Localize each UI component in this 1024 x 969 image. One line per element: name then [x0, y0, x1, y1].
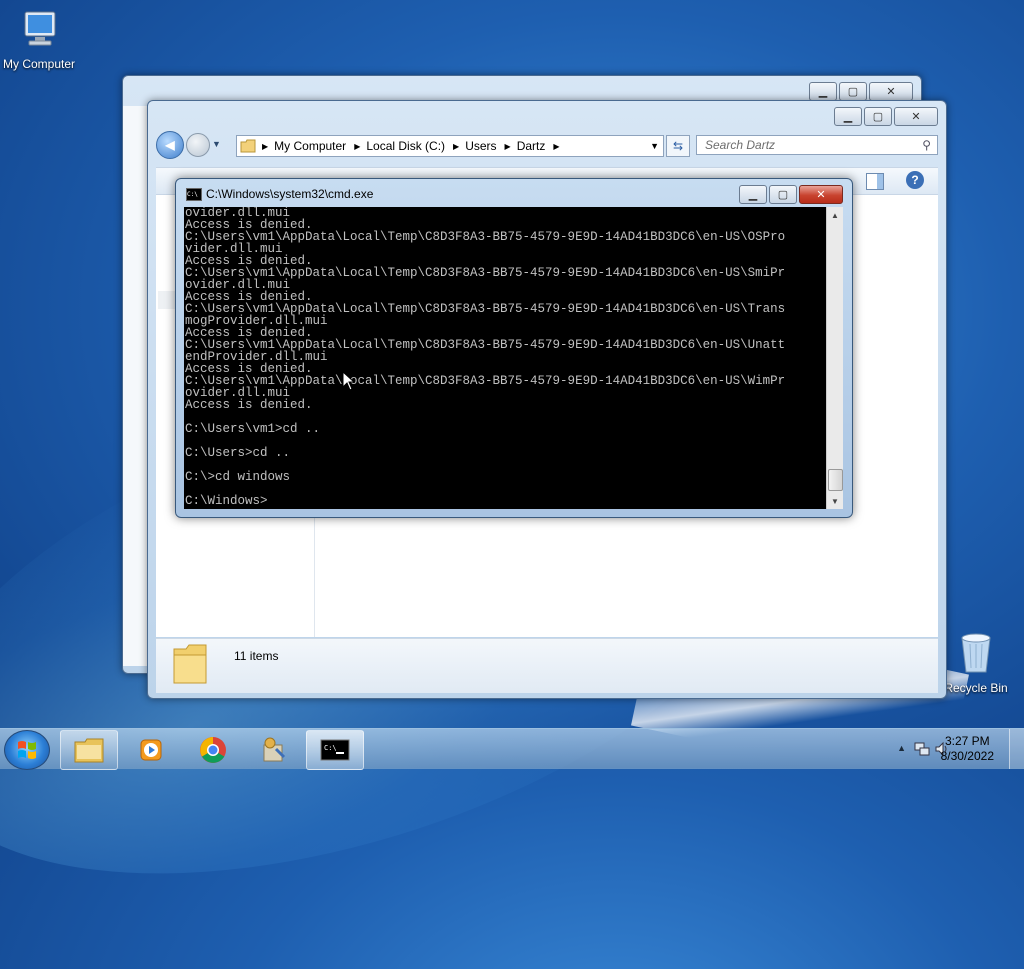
search-input[interactable]: Search Dartz ⚲: [696, 135, 938, 155]
breadcrumb-label: Local Disk (C:): [366, 139, 446, 153]
breadcrumb-label: Dartz: [516, 139, 546, 153]
window-controls: ▁ ▢ ✕: [834, 107, 938, 126]
search-placeholder: Search Dartz: [705, 138, 776, 152]
tools-icon: [263, 737, 286, 762]
close-button[interactable]: ✕: [869, 82, 913, 101]
breadcrumb-local-disk[interactable]: Local Disk (C:) ▶: [366, 139, 459, 153]
taskbar-chrome-button[interactable]: [184, 730, 242, 770]
system-clock[interactable]: 3:27 PM 8/30/2022: [941, 734, 994, 764]
address-bar[interactable]: ▶ My Computer ▶ Local Disk (C:) ▶ Users ▶ D…: [236, 135, 664, 157]
mouse-cursor-icon: [342, 371, 356, 391]
start-button[interactable]: [4, 730, 50, 770]
chevron-right-icon: ▶: [262, 141, 269, 151]
console-line: C:\Users>cd ..: [185, 446, 291, 460]
address-dropdown-icon[interactable]: ▼: [650, 141, 659, 151]
folder-icon: [173, 644, 207, 684]
desktop-icon-my-computer[interactable]: My Computer: [0, 8, 78, 71]
taskbar-media-player-button[interactable]: [122, 730, 180, 770]
recent-pages-dropdown[interactable]: ▼: [212, 139, 221, 149]
maximize-button[interactable]: ▢: [864, 107, 892, 126]
breadcrumb-users[interactable]: Users ▶: [465, 139, 511, 153]
chevron-right-icon: ▶: [504, 141, 511, 151]
minimize-button[interactable]: ▁: [809, 82, 837, 101]
scroll-down-arrow-icon[interactable]: ▼: [827, 493, 843, 509]
taskbar: C:\ ▲ 3:27 PM 8/30/2022: [0, 728, 1024, 770]
breadcrumb-label: Users: [465, 139, 497, 153]
maximize-button[interactable]: ▢: [769, 185, 797, 204]
close-button[interactable]: ✕: [894, 107, 938, 126]
cmd-app-icon: C:\: [186, 188, 202, 201]
breadcrumb-dartz[interactable]: Dartz ▶: [517, 139, 560, 153]
scroll-thumb[interactable]: [828, 469, 843, 491]
console-text: ovider.dll.mui Access is denied. C:\Users\…: [184, 207, 826, 507]
cmd-window-title: C:\Windows\system32\cmd.exe: [206, 187, 374, 201]
svg-text:C:\: C:\: [324, 744, 337, 752]
window-controls: ▁ ▢ ✕: [739, 185, 843, 204]
windows-logo-icon: [18, 741, 36, 759]
taskbar-explorer-button[interactable]: [60, 730, 118, 770]
minimize-button[interactable]: ▁: [739, 185, 767, 204]
scroll-up-arrow-icon[interactable]: ▲: [827, 207, 843, 223]
desktop-icon-label: Recycle Bin: [944, 681, 1008, 695]
desktop-icon-label: My Computer: [2, 57, 76, 71]
details-pane: 11 items: [156, 638, 938, 693]
breadcrumb-my-computer[interactable]: My Computer ▶: [274, 139, 360, 153]
clock-time: 3:27 PM: [944, 734, 990, 748]
help-icon[interactable]: ?: [906, 171, 924, 189]
search-icon: ⚲: [922, 138, 931, 152]
network-icon[interactable]: [914, 741, 930, 757]
clock-date: 8/30/2022: [940, 749, 994, 763]
console-output[interactable]: ovider.dll.mui Access is denied. C:\Users\…: [184, 207, 826, 509]
console-line: Access is denied.: [185, 398, 313, 412]
computer-icon: [24, 11, 56, 46]
refresh-icon: ⇆: [672, 139, 684, 153]
refresh-button[interactable]: ⇆: [666, 135, 690, 157]
back-button[interactable]: ◀: [156, 131, 184, 159]
preview-pane-icon[interactable]: [866, 173, 884, 190]
console-line: C:\>cd windows: [185, 470, 291, 484]
item-count: 11 items: [234, 649, 279, 663]
console-scrollbar[interactable]: ▲ ▼: [826, 207, 843, 509]
back-arrow-icon: ◀: [165, 138, 175, 152]
breadcrumb-label: My Computer: [274, 139, 347, 153]
chrome-icon: [200, 737, 226, 763]
forward-button[interactable]: [186, 133, 210, 157]
command-prompt-icon: C:\: [320, 739, 350, 761]
window-body: [123, 106, 148, 666]
cmd-window[interactable]: C:\ C:\Windows\system32\cmd.exe ▁ ▢ ✕ ov…: [175, 178, 853, 518]
chevron-right-icon: ▶: [453, 141, 460, 151]
chevron-right-icon: ▶: [354, 141, 361, 151]
close-button[interactable]: ✕: [799, 185, 843, 204]
taskbar-tools-button[interactable]: [244, 730, 302, 770]
media-player-icon: [140, 739, 162, 761]
console-line: C:\Windows>: [185, 494, 268, 508]
notification-chevron-icon[interactable]: ▲: [897, 743, 906, 753]
desktop-icon-recycle-bin[interactable]: Recycle Bin: [944, 630, 1008, 695]
minimize-button[interactable]: ▁: [834, 107, 862, 126]
maximize-button[interactable]: ▢: [839, 82, 867, 101]
recycle-bin-icon: [961, 633, 991, 673]
console-line: C:\Users\vm1>cd ..: [185, 422, 321, 436]
show-desktop-button[interactable]: [1009, 729, 1024, 769]
taskbar-cmd-button[interactable]: C:\: [306, 730, 364, 770]
chevron-right-icon: ▶: [553, 141, 560, 151]
folder-icon: [240, 139, 256, 153]
folder-icon: [74, 738, 104, 763]
window-controls: ▁ ▢ ✕: [809, 82, 913, 101]
